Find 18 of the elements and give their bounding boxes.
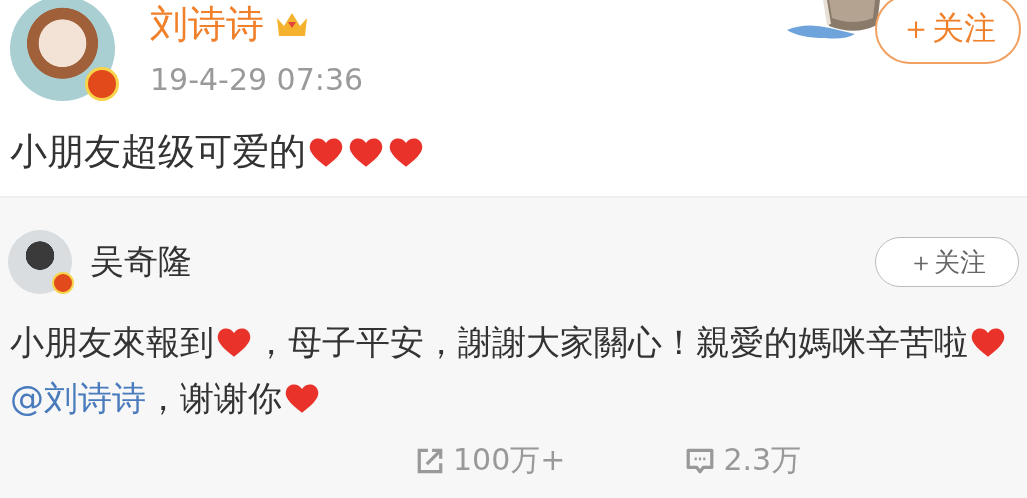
follow-button[interactable]: ＋关注	[875, 237, 1019, 287]
heart-icon	[308, 136, 344, 168]
action-count: 100万+	[453, 441, 566, 479]
post-text: 小朋友超级可爱的	[10, 129, 306, 175]
repost-text: 小朋友來報到	[10, 322, 214, 362]
heart-icon	[388, 136, 424, 168]
repost-text: ，母子平安，謝謝大家關心！親愛的媽咪辛苦啦	[254, 322, 968, 362]
repost-text: ，谢谢你	[146, 378, 282, 418]
heart-icon	[216, 326, 252, 358]
mention-link[interactable]: @刘诗诗	[10, 378, 146, 418]
heart-icon	[970, 326, 1006, 358]
follow-button[interactable]: ＋关注	[875, 0, 1021, 64]
author-name[interactable]: 刘诗诗	[150, 2, 264, 46]
heart-icon	[284, 382, 320, 414]
heart-icon	[348, 136, 384, 168]
action-count: 2.3万	[723, 441, 802, 479]
author-name[interactable]: 吴奇隆	[90, 239, 857, 285]
post-time: 19-4-29 07:36	[150, 62, 364, 97]
